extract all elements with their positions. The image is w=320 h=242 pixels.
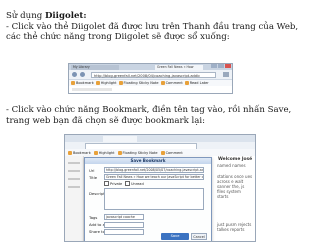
- maximize-icon[interactable]: [218, 64, 224, 68]
- comment-icon: [160, 81, 165, 85]
- close-icon[interactable]: [225, 64, 231, 68]
- sidebar-text: stations once ues across e walt sanner t…: [217, 174, 253, 199]
- checkbox-icon: [104, 181, 109, 186]
- page-content: [69, 86, 232, 93]
- address-row: http://blog.greenfall.net/2008/04/coachi…: [69, 70, 232, 79]
- unread-checkbox[interactable]: Unread: [125, 181, 144, 186]
- sticky-note-button[interactable]: Floating Sticky Note: [117, 150, 158, 155]
- sticky-note-icon: [118, 81, 123, 85]
- sidebar-text: named names: [217, 163, 246, 168]
- comment-button[interactable]: Comment: [160, 150, 183, 155]
- bookmark-button[interactable]: Bookmark: [68, 150, 91, 155]
- browser-screenshot-dialog: Bookmark Highlight Floating Sticky Note …: [64, 134, 256, 242]
- url-field[interactable]: http://blog.greenfall.net/2008/05/07/coa…: [104, 167, 204, 173]
- tab-bar: [65, 135, 255, 142]
- tags-label: Tags: [89, 215, 98, 220]
- read-later-icon: [184, 81, 189, 85]
- back-icon[interactable]: [72, 72, 77, 77]
- bookmark-icon: [71, 81, 75, 85]
- checkbox-icon: [125, 181, 130, 186]
- highlight-button[interactable]: Highlight: [95, 81, 117, 85]
- diigolet-toolbar: Bookmark Highlight Floating Sticky Note …: [69, 79, 232, 86]
- gear-icon[interactable]: [223, 72, 229, 77]
- cancel-button[interactable]: Cancel: [191, 233, 207, 240]
- sticky-note-button[interactable]: Floating Sticky Note: [118, 81, 159, 85]
- welcome-text: Welcome José: [218, 157, 253, 162]
- comment-button[interactable]: Comment: [160, 81, 183, 85]
- intro-title-bold: Diigolet:: [44, 11, 87, 21]
- url-label: Url: [89, 168, 95, 173]
- bookmark-button[interactable]: Bookmark: [71, 81, 94, 85]
- intro-text: Sử dụng Diigolet: - Click vào thẻ Diigol…: [6, 11, 306, 43]
- bookmark-icon: [68, 150, 72, 155]
- browser-screenshot-toolbar: My Library Green Fall News « How we... h…: [68, 63, 233, 94]
- private-checkbox[interactable]: Private: [104, 181, 122, 186]
- read-later-button[interactable]: Read Later: [184, 81, 209, 85]
- highlight-button[interactable]: Highlight: [93, 150, 115, 155]
- group-select[interactable]: [104, 229, 144, 235]
- sidebar-text: just pusm rejects talkes reports: [217, 222, 252, 232]
- save-bookmark-button[interactable]: Save Bookmark: [161, 233, 189, 240]
- forward-icon[interactable]: [80, 72, 85, 77]
- intro-title-prefix: Sử dụng: [6, 11, 45, 21]
- list-select[interactable]: [104, 222, 144, 228]
- address-bar[interactable]: http://blog.greenfall.net/2008/04/coachi…: [91, 71, 216, 78]
- sticky-note-icon: [117, 150, 122, 155]
- left-sidebar: [65, 156, 84, 241]
- title-field[interactable]: Green Fall News » How we teach our JavaS…: [104, 174, 204, 180]
- intro-body: - Click vào thẻ Diigolet đã được lưu trê…: [6, 21, 299, 43]
- description-field[interactable]: [104, 188, 204, 210]
- tags-field[interactable]: javascript coache: [104, 214, 144, 220]
- title-label: Title: [89, 175, 98, 180]
- highlight-icon: [95, 81, 100, 85]
- save-bookmark-dialog: Save Bookmark Url http://blog.greenfall.…: [84, 157, 212, 241]
- diigolet-toolbar: Bookmark Highlight Floating Sticky Note …: [65, 149, 255, 156]
- intro-title: Sử dụng Diigolet:: [6, 11, 306, 22]
- minimize-icon[interactable]: [211, 64, 217, 68]
- highlight-icon: [93, 150, 98, 155]
- right-sidebar: Welcome José named names stations once u…: [214, 156, 255, 241]
- step2-text: - Click vào chức năng Bookmark, điền tên…: [6, 105, 292, 126]
- comment-icon: [160, 150, 165, 155]
- window-controls: [211, 64, 231, 69]
- dialog-title: Save Bookmark: [85, 158, 211, 164]
